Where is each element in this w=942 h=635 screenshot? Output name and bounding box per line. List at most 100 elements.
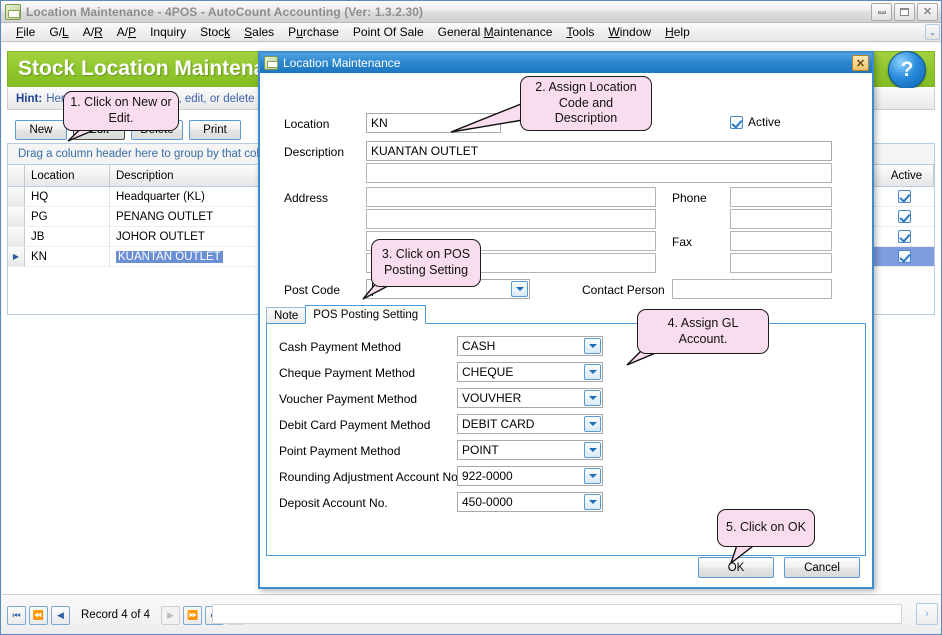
deposit-account-combo[interactable]: 450-0000 bbox=[457, 492, 603, 512]
contact-person-input[interactable] bbox=[672, 279, 832, 299]
menu-item-ar[interactable]: A/R bbox=[76, 24, 110, 40]
active-label: Active bbox=[748, 115, 781, 129]
menu-item-help[interactable]: Help bbox=[658, 24, 697, 40]
window-title-bar: Location Maintenance - 4POS - AutoCount … bbox=[1, 1, 941, 23]
column-header-active[interactable]: Active bbox=[874, 165, 934, 186]
point-payment-method-combo[interactable]: POINT bbox=[457, 440, 603, 460]
chevron-down-icon[interactable] bbox=[584, 338, 601, 354]
row-indicator: ▶ bbox=[8, 247, 25, 266]
scroll-right-icon[interactable]: › bbox=[916, 603, 938, 625]
cell-location: JB bbox=[25, 227, 110, 246]
active-checkbox[interactable] bbox=[897, 190, 911, 203]
menu-item-stock[interactable]: Stock bbox=[193, 24, 237, 40]
cash-payment-method-combo[interactable]: CASH bbox=[457, 336, 603, 356]
chevron-down-icon[interactable] bbox=[584, 468, 601, 484]
voucher-payment-method-label: Voucher Payment Method bbox=[279, 392, 418, 406]
chevron-down-icon[interactable] bbox=[584, 390, 601, 406]
menu-item-point-of-sale[interactable]: Point Of Sale bbox=[346, 24, 431, 40]
cell-active bbox=[874, 187, 934, 206]
row-indicator bbox=[8, 187, 25, 206]
previous-record-icon[interactable]: ◀ bbox=[51, 605, 70, 625]
status-bar: ⏮ ⏪ ◀ Record 4 of 4 ▶ ⏩ ⏭ ‹ › bbox=[2, 594, 941, 634]
phone-input-2[interactable] bbox=[730, 209, 832, 229]
close-window-icon[interactable]: ✕ bbox=[917, 3, 938, 21]
active-checkbox[interactable] bbox=[897, 250, 911, 263]
dialog-button-row: OK Cancel bbox=[260, 557, 872, 579]
active-checkbox-group[interactable]: Active bbox=[730, 115, 781, 129]
description-input-line2[interactable] bbox=[366, 163, 832, 183]
debit-card-payment-method-combo[interactable]: DEBIT CARD bbox=[457, 414, 603, 434]
deposit-account-label: Deposit Account No. bbox=[279, 496, 388, 510]
chevron-down-icon[interactable] bbox=[511, 281, 528, 297]
print-button[interactable]: Print bbox=[189, 120, 241, 140]
menu-item-purchase[interactable]: Purchase bbox=[281, 24, 346, 40]
active-checkbox[interactable] bbox=[897, 210, 911, 223]
callout-3: 3. Click on POS Posting Setting bbox=[371, 239, 481, 287]
chevron-down-icon[interactable] bbox=[584, 416, 601, 432]
cheque-payment-method-value: CHEQUE bbox=[462, 365, 514, 379]
window-controls: ✕ bbox=[871, 3, 938, 21]
dialog-tabs: Note POS Posting Setting bbox=[266, 305, 427, 324]
previous-page-icon[interactable]: ⏪ bbox=[29, 605, 48, 625]
menu-item-inquiry[interactable]: Inquiry bbox=[143, 24, 193, 40]
menu-item-gl[interactable]: G/L bbox=[42, 24, 75, 40]
window-title: Location Maintenance - 4POS - AutoCount … bbox=[26, 4, 424, 19]
menu-item-tools[interactable]: Tools bbox=[559, 24, 601, 40]
first-record-icon[interactable]: ⏮ bbox=[7, 605, 26, 625]
voucher-payment-method-combo[interactable]: VOUVHER bbox=[457, 388, 603, 408]
point-payment-method-label: Point Payment Method bbox=[279, 444, 401, 458]
tab-pos-posting-setting[interactable]: POS Posting Setting bbox=[305, 305, 427, 324]
menu-item-ap[interactable]: A/P bbox=[110, 24, 143, 40]
menu-item-file[interactable]: File bbox=[9, 24, 42, 40]
chevron-down-icon[interactable] bbox=[584, 364, 601, 380]
menu-item-general-maintenance[interactable]: General Maintenance bbox=[431, 24, 560, 40]
callout-1: 1. Click on New or Edit. bbox=[63, 91, 179, 131]
chevron-down-icon[interactable] bbox=[584, 494, 601, 510]
help-icon[interactable]: ? bbox=[888, 51, 926, 89]
address-label: Address bbox=[284, 191, 329, 205]
rounding-adjustment-account-value: 922-0000 bbox=[462, 469, 513, 483]
description-input[interactable]: KUANTAN OUTLET bbox=[366, 141, 832, 161]
cheque-payment-method-combo[interactable]: CHEQUE bbox=[457, 362, 603, 382]
debit-card-payment-method-label: Debit Card Payment Method bbox=[279, 418, 431, 432]
chevron-down-icon[interactable] bbox=[584, 442, 601, 458]
cell-location: KN bbox=[25, 247, 110, 266]
menu-item-sales[interactable]: Sales bbox=[237, 24, 281, 40]
next-record-icon[interactable]: ▶ bbox=[161, 605, 181, 625]
fax-label: Fax bbox=[672, 235, 693, 249]
next-page-icon[interactable]: ⏩ bbox=[183, 605, 203, 625]
close-icon[interactable]: ✕ bbox=[852, 55, 869, 71]
callout-4: 4. Assign GL Account. bbox=[637, 309, 769, 354]
hint-label: Hint: bbox=[16, 92, 43, 105]
phone-input-1[interactable] bbox=[730, 187, 832, 207]
rounding-adjustment-account-label: Rounding Adjustment Account No bbox=[279, 470, 458, 484]
phone-label: Phone bbox=[672, 191, 707, 205]
tab-note[interactable]: Note bbox=[266, 307, 307, 324]
minimize-button[interactable] bbox=[871, 3, 892, 21]
voucher-payment-method-value: VOUVHER bbox=[462, 391, 522, 405]
menu-item-window[interactable]: Window bbox=[601, 24, 658, 40]
address-input-line1[interactable] bbox=[366, 187, 656, 207]
active-checkbox[interactable] bbox=[897, 230, 911, 243]
row-indicator bbox=[8, 227, 25, 246]
active-checkbox[interactable] bbox=[730, 115, 743, 129]
cell-active bbox=[874, 247, 934, 266]
dialog-icon bbox=[264, 56, 278, 70]
application-icon bbox=[5, 3, 21, 20]
description-label: Description bbox=[284, 145, 345, 159]
cheque-payment-method-label: Cheque Payment Method bbox=[279, 366, 416, 380]
contact-person-label: Contact Person bbox=[582, 283, 665, 297]
chevron-down-icon[interactable]: ⌄ bbox=[925, 24, 940, 40]
maximize-button[interactable] bbox=[894, 3, 915, 21]
callout-2: 2. Assign Location Code and Description bbox=[520, 76, 652, 131]
fax-input-2[interactable] bbox=[730, 253, 832, 273]
rounding-adjustment-account-combo[interactable]: 922-0000 bbox=[457, 466, 603, 486]
location-label: Location bbox=[284, 117, 330, 131]
column-header-location[interactable]: Location bbox=[25, 165, 110, 186]
cell-location: HQ bbox=[25, 187, 110, 206]
address-input-line2[interactable] bbox=[366, 209, 656, 229]
menu-bar: File G/L A/R A/P Inquiry Stock Sales Pur… bbox=[1, 23, 941, 42]
fax-input-1[interactable] bbox=[730, 231, 832, 251]
cash-payment-method-value: CASH bbox=[462, 339, 496, 353]
cancel-button[interactable]: Cancel bbox=[784, 557, 860, 578]
